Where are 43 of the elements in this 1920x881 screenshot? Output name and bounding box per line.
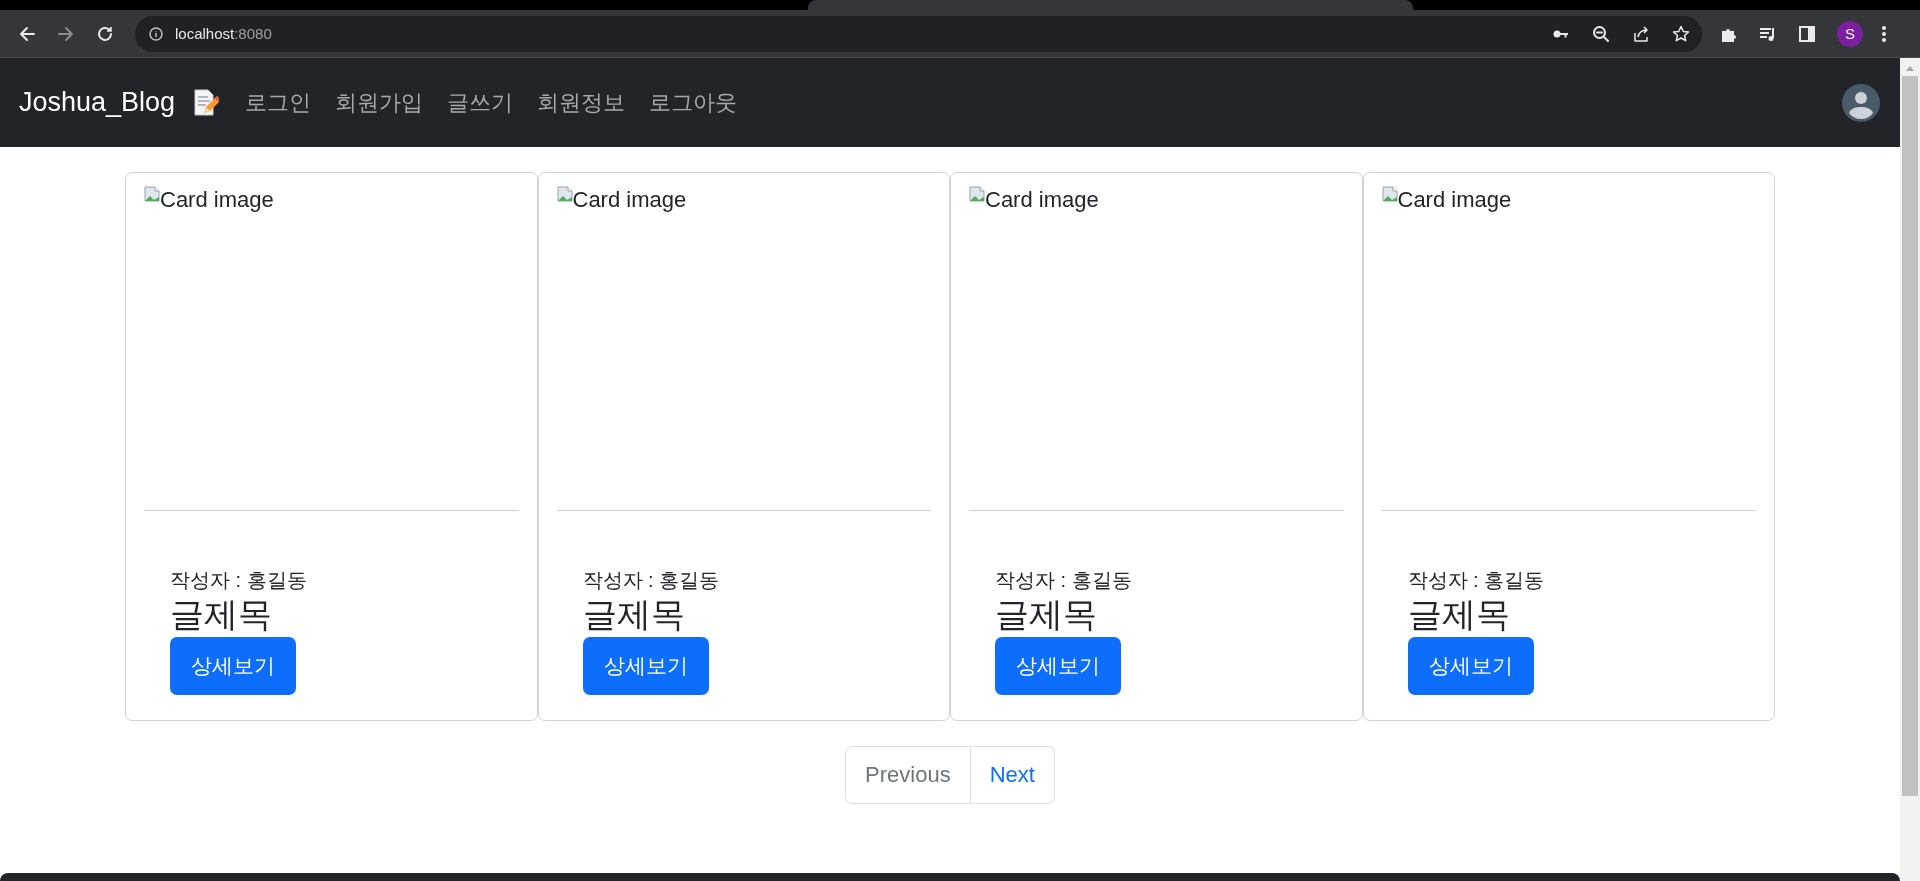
brand-link[interactable]: Joshua_Blog [19,87,176,118]
detail-button[interactable]: 상세보기 [582,637,709,695]
profile-avatar[interactable]: S [1837,20,1863,47]
author-text: 작성자 : 홍길동 [1407,568,1545,593]
back-arrow-icon[interactable] [18,24,36,43]
post-title: 글제목 [170,594,272,635]
more-menu-icon[interactable] [1881,24,1887,43]
author-text: 작성자 : 홍길동 [582,568,720,593]
nav-link[interactable]: 글쓰기 [447,87,514,118]
share-icon[interactable] [1632,24,1650,43]
detail-button[interactable]: 상세보기 [995,637,1121,695]
broken-image-icon [556,186,573,202]
scrollbar-thumb[interactable] [1902,76,1918,796]
star-icon[interactable] [1672,24,1690,43]
nav-link[interactable]: 로그아웃 [649,87,738,118]
zoom-out-icon[interactable] [1592,24,1610,43]
info-icon [149,26,163,41]
post-title: 글제목 [995,594,1097,635]
image-alt-text: Card image [160,189,274,211]
image-alt-text: Card image [1397,189,1512,211]
detail-button[interactable]: 상세보기 [1407,637,1534,695]
nav-link[interactable]: 회원가입 [335,87,424,118]
page-link[interactable]: Next [970,746,1055,804]
nav-link[interactable]: 로그인 [245,87,312,118]
url-text: localhost:8080 [175,25,272,42]
forward-arrow-icon[interactable] [57,24,75,43]
broken-image-icon [144,186,160,202]
address-bar[interactable]: localhost:8080 [135,15,1702,52]
author-text: 작성자 : 홍길동 [995,568,1132,593]
post-title: 글제목 [582,594,685,635]
image-alt-text: Card image [572,189,687,211]
memo-pencil-icon [193,88,220,117]
nav-link[interactable]: 회원정보 [537,87,626,118]
post-title: 글제목 [1407,594,1510,635]
broken-image-icon [969,186,985,202]
user-avatar-icon[interactable] [1842,83,1880,122]
broken-image-icon [1381,186,1398,202]
reload-icon[interactable] [96,24,114,43]
side-panel-icon[interactable] [1798,24,1816,43]
image-alt-text: Card image [985,189,1099,211]
detail-button[interactable]: 상세보기 [170,637,296,695]
scrollbar[interactable] [1900,58,1920,881]
author-text: 작성자 : 홍길동 [170,568,307,593]
